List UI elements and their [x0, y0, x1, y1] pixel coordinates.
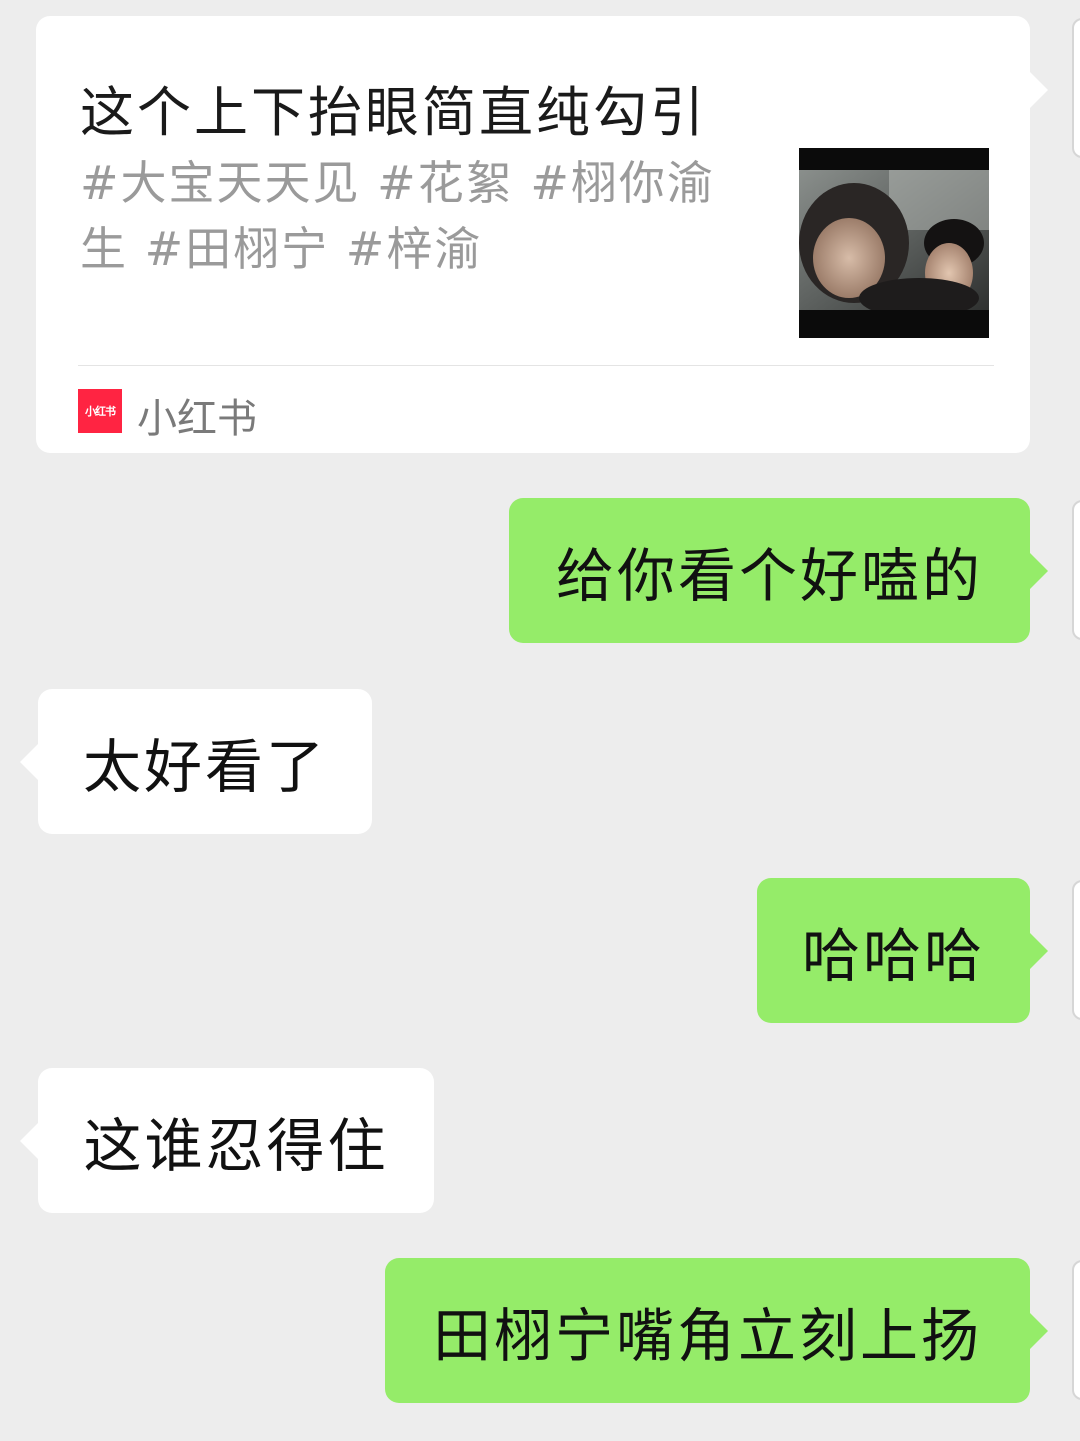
card-description: #大宝天天见 #花絮 #栩你渝生 #田栩宁 #梓渝 [80, 156, 715, 276]
avatar[interactable] [1072, 500, 1080, 640]
card-title: 这个上下抬眼简直纯勾引 [80, 81, 707, 144]
message-text: 哈哈哈 [801, 921, 985, 990]
received-message-bubble[interactable]: 这谁忍得住 [20, 1068, 434, 1213]
card-source-name: 小红书 [137, 396, 257, 442]
avatar[interactable] [1072, 1260, 1080, 1400]
video-thumbnail [799, 148, 989, 338]
avatar[interactable] [1072, 18, 1080, 158]
avatar[interactable] [1072, 880, 1080, 1020]
message-text: 田栩宁嘴角立刻上扬 [432, 1301, 982, 1370]
thumbnail-image [799, 148, 989, 338]
message-text: 这谁忍得住 [83, 1111, 389, 1180]
sent-message-bubble[interactable]: 田栩宁嘴角立刻上扬 [385, 1258, 1048, 1403]
card-divider [78, 365, 994, 366]
xiaohongshu-logo-icon: 小红书 [78, 389, 122, 433]
received-message-bubble[interactable]: 太好看了 [20, 689, 372, 834]
chat-area: 这个上下抬眼简直纯勾引 #大宝天天见 #花絮 #栩你渝生 #田栩宁 #梓渝 小红… [0, 0, 1080, 1441]
message-text: 太好看了 [82, 732, 327, 801]
sent-message-bubble[interactable]: 给你看个好嗑的 [509, 498, 1048, 643]
shared-link-card[interactable]: 这个上下抬眼简直纯勾引 #大宝天天见 #花絮 #栩你渝生 #田栩宁 #梓渝 小红… [36, 16, 1048, 453]
message-text: 给你看个好嗑的 [555, 541, 983, 610]
sent-message-bubble[interactable]: 哈哈哈 [757, 878, 1048, 1023]
